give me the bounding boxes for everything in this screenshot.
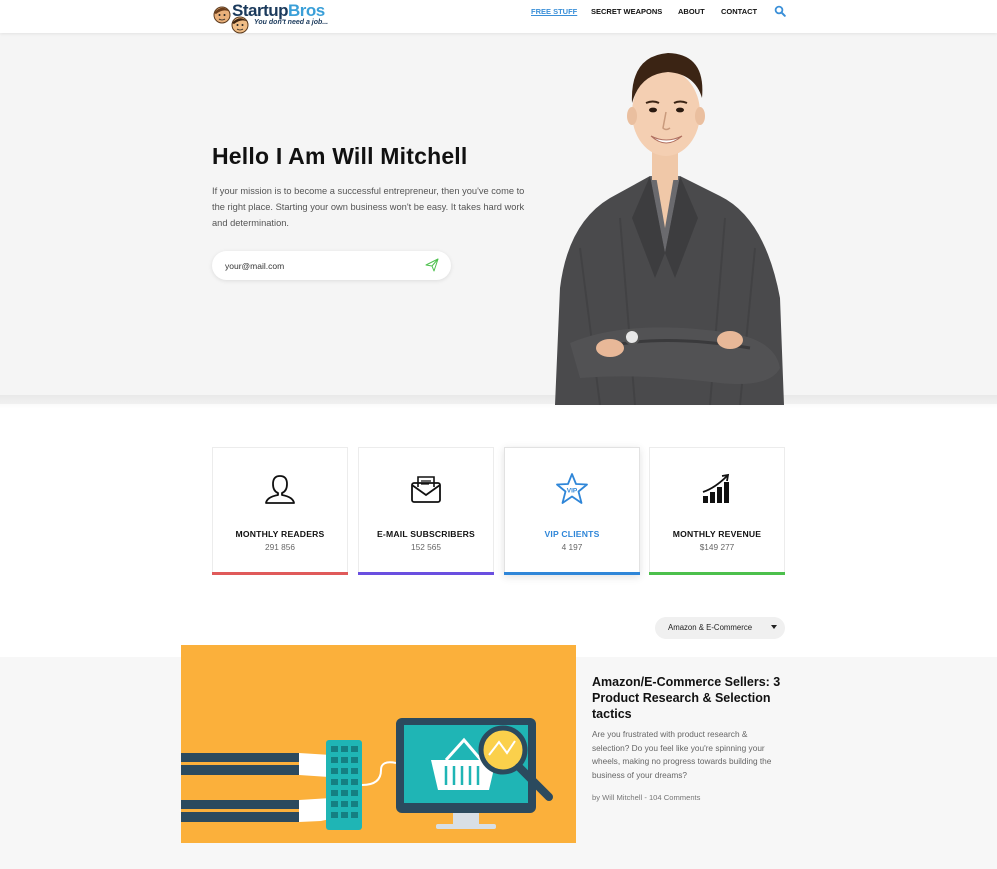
stat-label: MONTHLY REVENUE bbox=[672, 529, 762, 539]
stat-card-email-subscribers[interactable]: E-MAIL SUBSCRIBERS 152 565 bbox=[358, 447, 494, 575]
filter-selected-label: Amazon & E-Commerce bbox=[668, 623, 753, 632]
logo-wordmark: StartupBros bbox=[232, 1, 325, 21]
chevron-down-icon bbox=[771, 625, 777, 629]
article-meta[interactable]: by Will Mitchell - 104 Comments bbox=[592, 793, 700, 802]
article-excerpt: Are you frustrated with product research… bbox=[592, 729, 772, 780]
logo-tagline: You don't need a job... bbox=[254, 19, 329, 26]
stat-label: VIP CLIENTS bbox=[544, 529, 600, 539]
stat-card-monthly-readers[interactable]: MONTHLY READERS 291 856 bbox=[212, 447, 348, 575]
stat-accent-bar bbox=[649, 572, 785, 575]
hero-bottom-shadow bbox=[0, 395, 997, 409]
nav-free-stuff[interactable]: FREE STUFF bbox=[531, 7, 577, 21]
stat-card-vip-clients[interactable]: VIP VIP CLIENTS 4 197 bbox=[504, 447, 640, 575]
article-thumbnail[interactable] bbox=[181, 645, 576, 843]
stat-value: 291 856 bbox=[265, 542, 295, 552]
paper-plane-icon[interactable] bbox=[425, 258, 439, 272]
svg-text:VIP: VIP bbox=[567, 488, 578, 495]
stat-value: 4 197 bbox=[561, 542, 583, 552]
logo-word-bros: Bros bbox=[288, 1, 325, 20]
search-icon[interactable] bbox=[774, 5, 786, 17]
category-filter-select[interactable]: Amazon & E-Commerce bbox=[655, 617, 785, 639]
stat-label: E-MAIL SUBSCRIBERS bbox=[377, 529, 475, 539]
nav-about[interactable]: ABOUT bbox=[678, 7, 705, 21]
nav-contact[interactable]: CONTACT bbox=[721, 7, 757, 21]
user-icon bbox=[265, 475, 295, 504]
hero-description: If your mission is to become a successfu… bbox=[212, 186, 525, 228]
email-signup-form bbox=[212, 251, 451, 280]
email-input[interactable] bbox=[225, 258, 415, 273]
stat-accent-bar bbox=[358, 572, 494, 575]
stat-card-monthly-revenue[interactable]: MONTHLY REVENUE $149 277 bbox=[649, 447, 785, 575]
stat-value: 152 565 bbox=[411, 542, 441, 552]
top-navigation: StartupBros You don't need a job... FREE… bbox=[0, 0, 997, 35]
startupbros-logo[interactable]: StartupBros You don't need a job... bbox=[212, 1, 330, 35]
hero-title: Hello I Am Will Mitchell bbox=[212, 143, 468, 169]
article-title[interactable]: Amazon/E-Commerce Sellers: 3 Product Res… bbox=[592, 674, 792, 722]
vip-star-icon: VIP bbox=[556, 473, 588, 504]
stat-label: MONTHLY READERS bbox=[235, 529, 325, 539]
growth-chart-icon bbox=[702, 473, 730, 503]
envelope-icon bbox=[411, 476, 441, 503]
stat-accent-bar bbox=[212, 572, 348, 575]
will-mitchell-portrait bbox=[555, 53, 784, 405]
stat-value: $149 277 bbox=[699, 542, 735, 552]
stat-accent-bar bbox=[504, 572, 640, 575]
nav-secret-weapons[interactable]: SECRET WEAPONS bbox=[591, 7, 662, 21]
logo-word-startup: Startup bbox=[232, 1, 289, 20]
